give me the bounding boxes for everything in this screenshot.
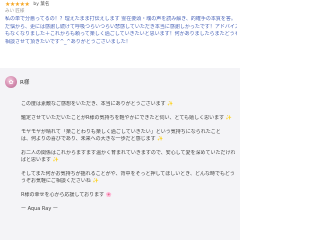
review-line: 私の単で分悪ってるの！？理えたまま打伝えします 霊在要頭・魂の声を読み解き、的確… [5,16,236,22]
reviewer-name: by 葉名 [33,2,50,7]
reply-line: モヤモヤが晴れて「楽ことわりも楽しく過ごしていきたい」という気持ちになられたこと [21,128,221,135]
review-text: 私の単で分悪ってるの！？理えたまま打伝えします 霊在要頭・魂の声を読み解き、的確… [5,16,237,46]
reply-line: 鑑定させていただいたことがR様の気持ちを軽やかにできたと伺い、とても嬉しく思いま… [21,114,232,121]
review-line: 相談させて頂きたいです^_^ありがとうございました！ [5,38,131,45]
reply-signature: ー Aqua Ray ー [21,205,58,212]
replier-name: R様 [20,80,30,86]
reply-line: R様の幸せを心から応援しております 🌸 [21,192,112,199]
flower-icon: ✿ [8,78,14,86]
review-meta: みい 匠様 [5,9,25,14]
rating-row: ★★★★★ by 葉名 [5,1,49,8]
review-line: もなくなりました＋これからも頼って楽しく過ごしていきたいと思います！何かありまし… [5,31,237,38]
avatar[interactable]: ✿ [5,76,17,88]
reply-line: うぞお気軽にご相談くださいね ✨ [21,178,99,185]
reply-line: そしてまた何かお気持ちが揺れることがや、背中をそっと押してほしいとき、どんな時で… [21,170,235,177]
reply-card: ✿ R様 この度は素敵なご感想をいただき、本当にありがとうございます ✨ 鑑定さ… [0,68,240,240]
review-line: だ悩から、更には感謝し続けて呼吸つらいつらい悲感していただき本当に感謝しかったで… [5,23,237,30]
star-rating-icon: ★★★★★ [5,1,30,8]
reply-line: ばと思います ✨ [21,157,59,164]
reply-line: は、何よりの喜びであり、未来への大きな一歩だと感じます ✨ [21,135,164,142]
reply-line: この度は素敵なご感想をいただき、本当にありがとうございます ✨ [21,101,174,107]
review-section: ★★★★★ by 葉名 みい 匠様 私の単で分悪ってるの！？理えたまま打伝えしま… [0,0,240,68]
reply-body: この度は素敵なご感想をいただき、本当にありがとうございます ✨ 鑑定させていただ… [21,101,235,213]
reply-header: ✿ R様 [5,76,29,88]
reply-line: お二人の関係はこれからますます温かく育まれていきますので、安心して愛を深めていた… [21,149,235,156]
